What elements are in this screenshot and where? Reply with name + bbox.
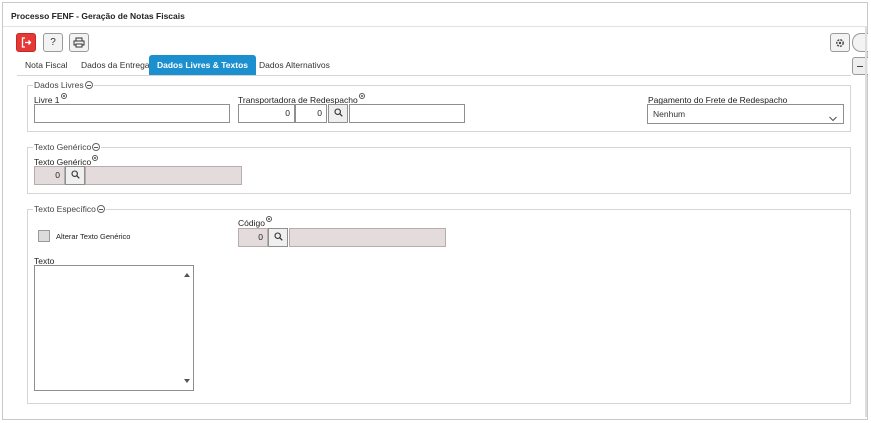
- scroll-down-icon[interactable]: [184, 379, 190, 383]
- tab-dados-entrega[interactable]: Dados da Entrega: [73, 55, 158, 75]
- scroll-up-icon[interactable]: [184, 273, 190, 277]
- texto-generico-code-input[interactable]: 0: [34, 166, 65, 185]
- app-window: Processo FENF - Geração de Notas Fiscais…: [2, 2, 868, 420]
- window-scrollbar[interactable]: [865, 27, 867, 417]
- exit-button[interactable]: [16, 33, 36, 52]
- printer-icon: [73, 37, 85, 48]
- transportadora-name-input[interactable]: [349, 104, 465, 123]
- codigo-search-button[interactable]: [268, 228, 288, 247]
- texto-generico-description-input[interactable]: [85, 166, 242, 185]
- collapse-icon: [96, 205, 105, 213]
- window-title: Processo FENF - Geração de Notas Fiscais: [11, 11, 185, 21]
- hint-icon: [265, 216, 272, 222]
- tab-dados-alternativos[interactable]: Dados Alternativos: [251, 55, 338, 75]
- tab-nota-fiscal[interactable]: Nota Fiscal: [17, 55, 76, 75]
- transportadora-code2-input[interactable]: 0: [295, 104, 327, 123]
- minus-icon: [857, 66, 863, 67]
- dados-livres-legend[interactable]: Dados Livres: [33, 80, 94, 90]
- texto-textarea[interactable]: [34, 265, 194, 391]
- transportadora-search-button[interactable]: [328, 104, 348, 123]
- chevron-down-icon: [829, 110, 837, 128]
- codigo-label: Código: [238, 216, 272, 228]
- title-bar: Processo FENF - Geração de Notas Fiscais: [3, 3, 867, 27]
- exit-icon: [21, 37, 32, 48]
- search-icon: [333, 108, 343, 119]
- tab-divider: [17, 75, 851, 76]
- texto-generico-search-button[interactable]: [65, 166, 85, 185]
- hint-icon: [92, 155, 99, 161]
- texto-generico-legend[interactable]: Texto Genérico: [33, 142, 102, 152]
- pagamento-frete-select[interactable]: Nenhum: [647, 104, 844, 124]
- codigo-input[interactable]: 0: [238, 228, 268, 247]
- collapse-icon: [84, 81, 93, 89]
- hint-icon: [358, 93, 365, 99]
- texto-especifico-legend[interactable]: Texto Específico: [33, 204, 106, 214]
- hint-icon: [60, 93, 67, 99]
- tab-dados-livres-textos[interactable]: Dados Livres & Textos: [149, 55, 257, 75]
- search-icon: [273, 232, 283, 243]
- alterar-texto-label: Alterar Texto Genérico: [56, 232, 131, 241]
- print-button[interactable]: [69, 33, 89, 52]
- search-icon: [70, 170, 80, 181]
- transportadora-code1-input[interactable]: 0: [238, 104, 295, 123]
- livre1-input[interactable]: [34, 104, 230, 123]
- codigo-description-input[interactable]: [289, 228, 446, 247]
- gear-icon: [835, 38, 845, 48]
- help-button[interactable]: ?: [43, 33, 63, 52]
- settings-button[interactable]: [830, 33, 850, 52]
- alterar-texto-checkbox[interactable]: [38, 230, 50, 242]
- collapse-icon: [92, 143, 101, 151]
